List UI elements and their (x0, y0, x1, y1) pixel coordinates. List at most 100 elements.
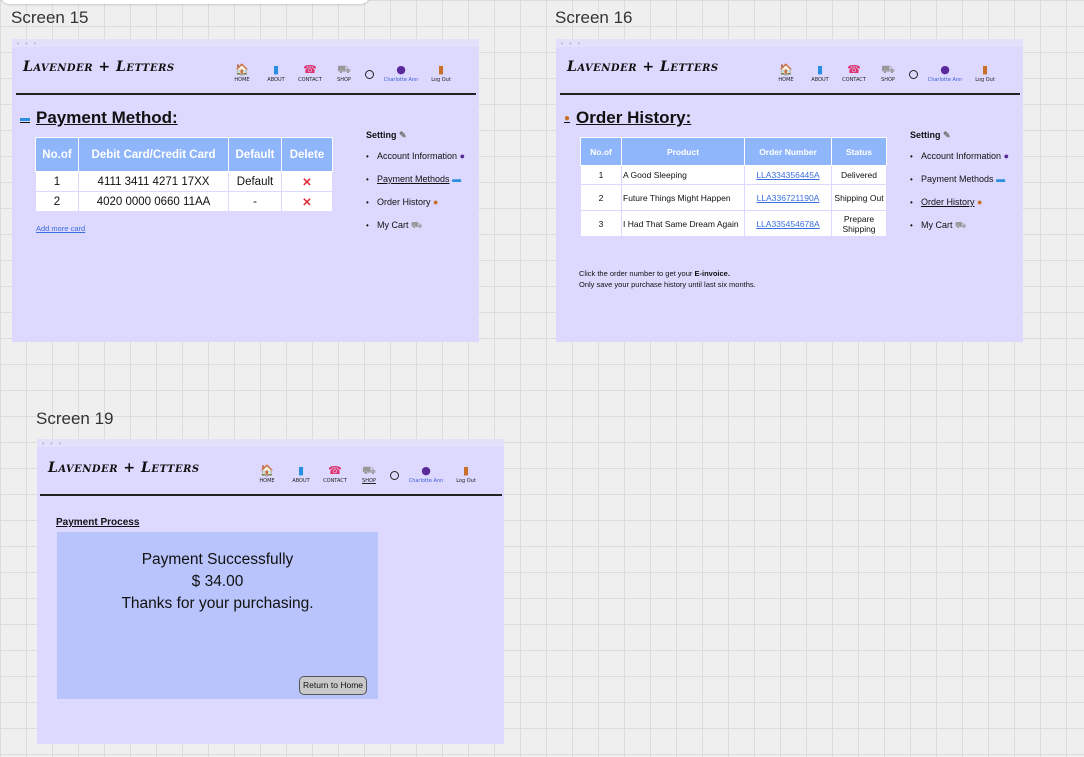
brand-logo[interactable]: Lavender + Letters (23, 59, 175, 75)
nav-home[interactable]: 🏠 HOME (250, 464, 284, 485)
top-nav: 🏠 HOME ▮ ABOUT ☎ CONTACT ⛟ SHOP ● Charlotte A… (225, 63, 458, 84)
sidebar-item-account[interactable]: Account Information ● (910, 151, 1010, 162)
nav-shop[interactable]: ⛟ SHOP (871, 63, 905, 84)
invoice-note: Click the order number to get your E-inv… (579, 269, 756, 289)
col-header: Default (228, 137, 282, 172)
page-title: ● Order History: (564, 108, 692, 127)
user-icon: ● (421, 464, 431, 477)
col-header: No.of (580, 137, 622, 166)
return-home-button[interactable]: Return to Home (299, 676, 367, 695)
search-circle-icon[interactable] (365, 70, 374, 79)
phone-icon: ☎ (328, 464, 342, 477)
sidebar-item-orders[interactable]: Order History ● (910, 197, 1010, 208)
nav-logout[interactable]: ▮ Log Out (424, 63, 458, 84)
cookie-icon: ● (977, 197, 983, 207)
settings-sidebar: Setting ✎ Account Information ● Payment … (910, 130, 1010, 243)
add-card-link[interactable]: Add more card (36, 224, 85, 233)
orders-table: No.of Product Order Number Status 1 A Go… (580, 137, 887, 237)
nav-logout[interactable]: ▮ Log Out (449, 464, 483, 485)
sidebar-item-cart[interactable]: My Cart ⛟ (366, 220, 466, 231)
card-icon: ▬ (996, 174, 1006, 184)
screen-19-label: Screen 19 (36, 409, 114, 428)
cart-icon: ⛟ (362, 464, 376, 477)
top-nav: 🏠 HOME ▮ ABOUT ☎ CONTACT ⛟ SHOP ● Charlotte A… (250, 464, 483, 485)
col-header: No.of (35, 137, 79, 172)
nav-about[interactable]: ▮ ABOUT (259, 63, 293, 84)
sidebar-item-orders[interactable]: Order History ● (366, 197, 466, 208)
payment-amount: $ 34.00 (191, 573, 244, 590)
book-icon: ▮ (272, 63, 280, 76)
door-icon: ▮ (981, 63, 989, 76)
search-circle-icon[interactable] (909, 70, 918, 79)
nav-user[interactable]: ● Charlotte Ann (378, 64, 424, 84)
default-cell[interactable]: Default (228, 171, 282, 192)
search-circle-icon[interactable] (390, 471, 399, 480)
nav-home[interactable]: 🏠 HOME (225, 63, 259, 84)
brand-logo[interactable]: Lavender + Letters (48, 460, 200, 476)
house-icon: 🏠 (260, 464, 274, 477)
nav-shop[interactable]: ⛟ SHOP (352, 464, 386, 485)
nav-about[interactable]: ▮ ABOUT (284, 464, 318, 485)
cart-icon: ⛟ (955, 220, 967, 230)
user-icon: ● (940, 63, 950, 76)
screen-19-frame[interactable]: • • • Lavender + Letters 🏠 HOME ▮ ABOUT ☎ C… (37, 439, 504, 744)
col-header: Product (621, 137, 745, 166)
order-number-link[interactable]: LLA334356445A (744, 165, 832, 185)
nav-home[interactable]: 🏠 HOME (769, 64, 803, 84)
sidebar-item-payment[interactable]: Payment Methods ▬ (910, 174, 1010, 185)
frame-grip[interactable]: • • • (556, 39, 1023, 48)
payment-table: No.of Debit Card/Credit Card Default Del… (35, 137, 333, 212)
header-divider (16, 93, 476, 95)
table-row: 3 I Had That Same Dream Again LLA3354546… (580, 210, 887, 237)
top-nav: 🏠 HOME ▮ ABOUT ☎ CONTACT ⛟ SHOP ● Charlotte A… (769, 63, 1002, 84)
door-icon: ▮ (437, 63, 445, 76)
thanks-text: Thanks for your purchasing. (121, 595, 314, 612)
frame-grip[interactable]: • • • (12, 39, 479, 48)
house-icon: 🏠 (235, 63, 249, 76)
nav-about[interactable]: ▮ ABOUT (803, 63, 837, 84)
delete-icon[interactable]: ✕ (281, 171, 333, 192)
screen-16-frame[interactable]: • • • Lavender + Letters 🏠 HOME ▮ ABOUT ☎ C… (556, 39, 1023, 342)
table-row: 2 4020 0000 0660 11AA - ✕ (35, 191, 333, 212)
book-icon: ▮ (297, 464, 305, 477)
nav-user[interactable]: ● Charlotte Ann (403, 464, 449, 485)
book-icon: ▮ (816, 63, 824, 76)
payment-result-panel: Payment Successfully $ 34.00 Thanks for … (57, 532, 378, 699)
default-cell[interactable]: - (228, 191, 282, 212)
cart-icon: ⛟ (881, 63, 895, 76)
col-header: Delete (281, 137, 333, 172)
table-row: 1 4111 3411 4271 17XX Default ✕ (35, 171, 333, 192)
cart-icon: ⛟ (337, 63, 351, 76)
cookie-icon: ● (433, 197, 439, 207)
pencil-icon: ✎ (943, 130, 951, 140)
phone-icon: ☎ (303, 63, 317, 76)
sidebar-item-cart[interactable]: My Cart ⛟ (910, 220, 1010, 231)
sidebar-title: Setting ✎ (366, 130, 407, 140)
payment-status-text: Payment Successfully (141, 551, 294, 568)
frame-grip[interactable]: • • • (37, 439, 504, 448)
nav-user[interactable]: ● Charlotte Ann (922, 63, 968, 84)
cart-icon: ⛟ (411, 220, 423, 230)
delete-icon[interactable]: ✕ (281, 191, 333, 212)
pencil-icon: ✎ (399, 130, 407, 140)
order-number-link[interactable]: LLA336721190A (744, 184, 832, 211)
table-row: 2 Future Things Might Happen LLA33672119… (580, 184, 887, 211)
card-icon: ▬ (452, 174, 462, 184)
sidebar-item-account[interactable]: Account Information ● (366, 151, 466, 162)
user-icon: ● (459, 151, 465, 161)
header-divider (560, 93, 1020, 95)
sidebar-item-payment[interactable]: Payment Methods ▬ (366, 174, 466, 185)
screen-15-label: Screen 15 (11, 8, 89, 27)
nav-contact[interactable]: ☎ CONTACT (837, 64, 871, 84)
nav-logout[interactable]: ▮ Log Out (968, 63, 1002, 84)
screen-15-frame[interactable]: • • • Lavender + Letters 🏠 HOME ▮ ABOUT ☎ C… (12, 39, 479, 342)
door-icon: ▮ (462, 464, 470, 477)
user-icon: ● (1003, 151, 1009, 161)
brand-logo[interactable]: Lavender + Letters (567, 59, 719, 75)
nav-contact[interactable]: ☎ CONTACT (293, 63, 327, 84)
settings-sidebar: Setting ✎ Account Information ● Payment … (366, 130, 466, 243)
card-icon: ▬ (20, 112, 30, 124)
order-number-link[interactable]: LLA335454678A (744, 210, 832, 237)
nav-contact[interactable]: ☎ CONTACT (318, 464, 352, 485)
nav-shop[interactable]: ⛟ SHOP (327, 63, 361, 84)
